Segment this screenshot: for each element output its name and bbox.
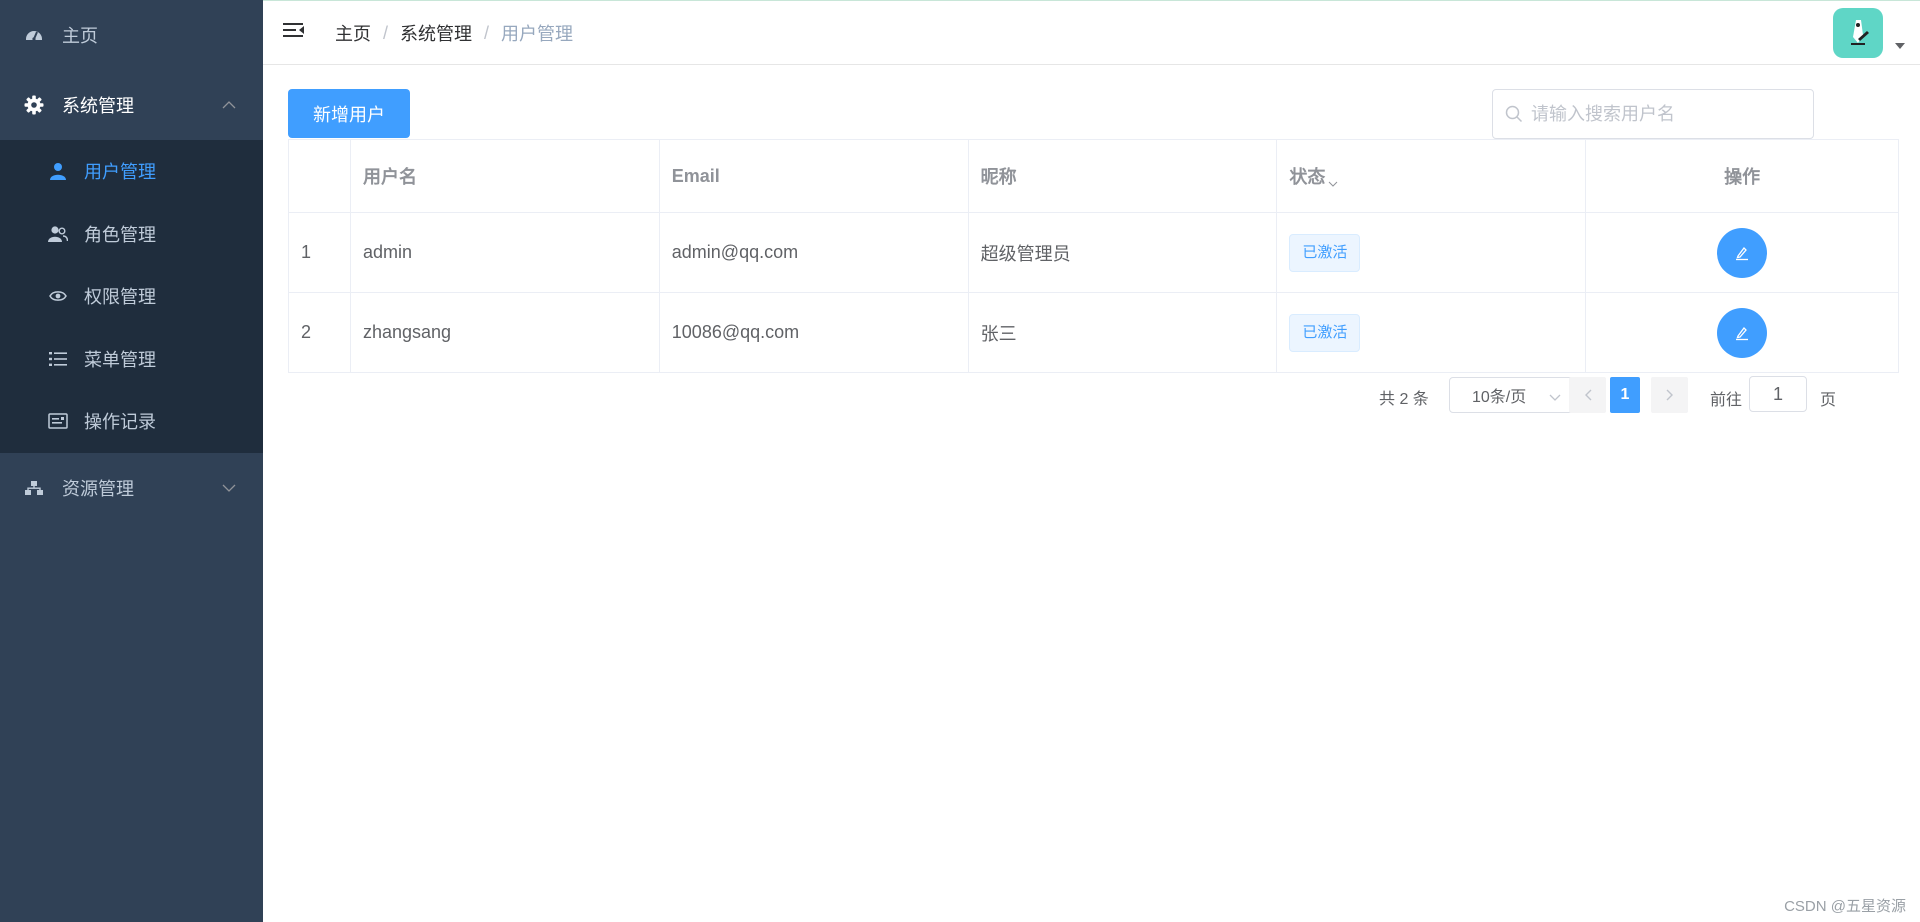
cell-status: 已激活 [1276,292,1587,373]
table-row: 1 admin admin@qq.com 超级管理员 已激活 [288,212,1899,293]
sidebar-item-menus[interactable]: 菜单管理 [0,328,263,391]
users-icon [48,224,68,244]
pagination-total: 共 2 条 [1379,391,1429,408]
search-icon [1505,105,1523,123]
breadcrumb-home[interactable]: 主页 [335,20,371,46]
column-header-status[interactable]: 状态 [1276,139,1587,213]
sidebar-item-resources[interactable]: 资源管理 [0,453,263,523]
avatar-icon [1851,20,1869,45]
table-row: 2 zhangsang 10086@qq.com 张三 已激活 [288,292,1899,373]
edit-button[interactable] [1717,227,1768,278]
cell-actions [1585,212,1899,293]
breadcrumb: 主页 / 系统管理 / 用户管理 [335,20,573,46]
cell-index: 2 [288,292,351,373]
edit-icon [1736,326,1749,340]
cell-actions [1585,292,1899,373]
sitemap-icon [24,478,44,498]
cell-email: admin@qq.com [658,212,969,293]
table-header-row: 用户名 Email 昵称 状态 操作 [288,139,1899,213]
sidebar-item-logs[interactable]: 操作记录 [0,390,263,453]
page-size-select[interactable]: 10条/页 [1449,377,1574,413]
cell-username: admin [349,212,660,293]
sidebar-item-permissions[interactable]: 权限管理 [0,265,263,328]
sort-icon[interactable] [1328,173,1338,187]
prev-page-button[interactable] [1569,377,1606,413]
hamburger-icon[interactable] [283,21,305,41]
avatar[interactable] [1833,8,1883,58]
sidebar-item-label: 系统管理 [62,96,134,116]
breadcrumb-separator: / [383,22,389,43]
status-badge: 已激活 [1289,313,1361,352]
goto-suffix: 页 [1820,392,1837,409]
chevron-left-icon [1584,389,1591,401]
page-number-1[interactable]: 1 [1610,377,1640,413]
status-badge: 已激活 [1289,233,1361,272]
goto-label: 前往 [1710,392,1743,409]
watermark: CSDN @五星资源 [1784,898,1906,915]
add-user-button[interactable]: 新增用户 [288,89,410,138]
id-card-icon [48,411,68,431]
page-size-value: 10条/页 [1472,389,1527,406]
sidebar: 主页 系统管理 用户管理 角色管理 权限管理 菜单管理 操作记录 资源管理 [0,0,263,922]
goto-page-input[interactable] [1749,376,1807,412]
breadcrumb-current: 用户管理 [501,24,574,44]
cell-index: 1 [288,212,351,293]
column-header-nickname: 昵称 [967,139,1278,213]
sidebar-item-roles[interactable]: 角色管理 [0,203,263,266]
chevron-up-icon [221,97,237,113]
submenu-system: 用户管理 角色管理 权限管理 菜单管理 操作记录 [0,140,263,453]
cell-email: 10086@qq.com [658,292,969,373]
main-content: 新增用户 用户名 Email 昵称 状态 操作 1 admin admin@qq… [263,65,1920,922]
column-header-index [288,139,351,213]
sidebar-item-home[interactable]: 主页 [0,0,263,70]
users-table: 用户名 Email 昵称 状态 操作 1 admin admin@qq.com … [288,139,1899,373]
column-header-label: 状态 [1289,167,1326,187]
eye-icon [48,286,68,306]
chevron-right-icon [1666,389,1673,401]
sidebar-item-system[interactable]: 系统管理 [0,70,263,140]
chevron-down-icon [221,480,237,496]
search-field [1492,89,1814,139]
sidebar-item-label: 角色管理 [84,224,156,245]
sidebar-item-label: 权限管理 [84,287,156,308]
sidebar-item-label: 用户管理 [84,162,156,183]
user-icon [48,161,68,181]
breadcrumb-separator: / [484,22,490,43]
edit-button[interactable] [1717,307,1768,358]
column-header-actions: 操作 [1585,139,1899,213]
cell-nickname: 超级管理员 [967,212,1278,293]
top-navbar: 主页 / 系统管理 / 用户管理 [263,0,1920,65]
column-header-email: Email [658,139,969,213]
cell-username: zhangsang [349,292,660,373]
sidebar-item-users[interactable]: 用户管理 [0,140,263,203]
edit-icon [1736,246,1749,260]
chevron-down-icon [1549,389,1561,407]
column-header-username: 用户名 [349,139,660,213]
sidebar-item-label: 菜单管理 [84,349,156,370]
cell-nickname: 张三 [967,292,1278,373]
search-input[interactable] [1531,103,1813,125]
gear-icon [24,95,44,115]
dashboard-icon [24,25,44,45]
caret-down-icon[interactable] [1895,43,1905,49]
cell-status: 已激活 [1276,212,1587,293]
sidebar-item-label: 资源管理 [62,478,134,499]
next-page-button[interactable] [1651,377,1688,413]
sidebar-item-label: 操作记录 [84,412,156,433]
breadcrumb-system[interactable]: 系统管理 [400,20,472,46]
list-icon [48,349,68,369]
pagination: 共 2 条 10条/页 1 前往 页 [263,376,1920,413]
sidebar-item-label: 主页 [62,26,98,46]
